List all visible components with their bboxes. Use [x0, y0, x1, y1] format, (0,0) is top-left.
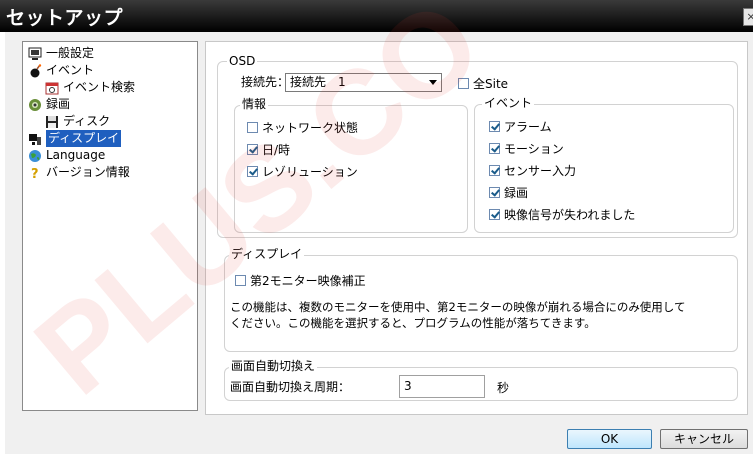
video-loss-checkbox[interactable]: 映像信号が失われました: [489, 206, 635, 223]
bomb-icon: [28, 63, 42, 78]
date-time-checkbox-box[interactable]: [247, 144, 258, 155]
second-monitor-label: 第2モニター映像補正: [250, 274, 366, 288]
tree-item-label: イベント: [46, 63, 95, 77]
floppy-disk-icon: [45, 115, 59, 129]
tree-item-general[interactable]: 一般設定: [28, 45, 94, 62]
date-time-checkbox[interactable]: 日/時: [247, 141, 290, 158]
display-description-line1: この機能は、複数のモニターを使用中、第2モニターの映像が崩れる場合にのみ使用して: [230, 300, 686, 314]
connection-select-value: 接続先 1: [290, 75, 346, 89]
all-site-checkbox-box[interactable]: [458, 78, 469, 89]
resolution-label: レゾリューション: [262, 165, 358, 179]
tree-item-event[interactable]: イベント: [28, 62, 94, 79]
all-site-checkbox-label: 全Site: [473, 77, 509, 91]
resolution-checkbox-box[interactable]: [247, 166, 258, 177]
recording-checkbox-box[interactable]: [489, 187, 500, 198]
network-status-label: ネットワーク状態: [262, 121, 359, 135]
auto-switch-period-label: 画面自動切換え周期：: [230, 380, 351, 394]
all-site-checkbox[interactable]: 全Site: [458, 75, 508, 92]
motion-checkbox-box[interactable]: [489, 143, 500, 154]
tree-item-version[interactable]: ? バージョン情報: [28, 164, 130, 182]
display-description-line2: ください。この機能を選択すると、プログラムの性能が落ちてきます。: [230, 316, 596, 330]
second-monitor-checkbox[interactable]: 第2モニター映像補正: [235, 272, 366, 289]
tree-item-label: 録画: [46, 97, 71, 111]
resolution-checkbox[interactable]: レゾリューション: [247, 163, 358, 180]
cancel-button[interactable]: キャンセル: [660, 429, 748, 449]
monitor-icon: [28, 47, 42, 61]
connection-label: 接続先：: [241, 75, 290, 89]
auto-switch-period-input[interactable]: 3: [399, 375, 485, 398]
alarm-checkbox[interactable]: アラーム: [489, 118, 552, 135]
svg-text:?: ?: [31, 167, 39, 180]
globe-icon: [28, 149, 42, 163]
auto-switch-period-value: 3: [404, 379, 412, 393]
close-icon[interactable]: ×: [743, 8, 753, 26]
tree-item-label: ディスク: [63, 114, 111, 128]
tree-item-event-search[interactable]: イベント検索: [45, 79, 135, 96]
question-mark-icon: ?: [28, 166, 42, 182]
calendar-search-icon: [45, 81, 59, 95]
tree-item-label: 一般設定: [46, 46, 95, 60]
tree-item-disk[interactable]: ディスク: [45, 113, 110, 130]
chevron-down-icon: [429, 80, 437, 85]
auto-switch-group-label: 画面自動切換え: [229, 359, 318, 373]
second-monitor-checkbox-box[interactable]: [235, 275, 246, 286]
network-status-checkbox[interactable]: ネットワーク状態: [247, 119, 358, 136]
osd-group-label: OSD: [227, 54, 258, 68]
recording-checkbox[interactable]: 録画: [489, 184, 528, 201]
tree-item-display[interactable]: ディスプレイ: [28, 130, 122, 147]
title-bar[interactable]: セットアップ ×: [0, 0, 753, 32]
network-status-checkbox-box[interactable]: [247, 122, 258, 133]
date-time-label: 日/時: [262, 143, 291, 157]
event-group-label: イベント: [482, 96, 535, 110]
info-group-label: 情報: [240, 97, 269, 111]
connection-select[interactable]: 接続先 1: [285, 73, 442, 92]
window-title: セットアップ: [6, 7, 124, 29]
display-icon: [28, 132, 42, 146]
alarm-checkbox-box[interactable]: [489, 121, 500, 132]
motion-checkbox[interactable]: モーション: [489, 140, 564, 157]
sensor-input-checkbox[interactable]: センサー入力: [489, 162, 576, 179]
video-loss-label: 映像信号が失われました: [504, 208, 636, 222]
tree-item-label: Language: [46, 148, 106, 162]
tree-item-label: バージョン情報: [46, 165, 130, 179]
sensor-input-label: センサー入力: [504, 164, 577, 178]
auto-switch-unit: 秒: [497, 381, 510, 395]
alarm-label: アラーム: [504, 120, 552, 134]
tree-item-label: イベント検索: [63, 80, 136, 94]
sensor-input-checkbox-box[interactable]: [489, 165, 500, 176]
motion-label: モーション: [504, 142, 564, 156]
video-loss-checkbox-box[interactable]: [489, 209, 500, 220]
recording-label: 録画: [504, 186, 529, 200]
tree-item-label: ディスプレイ: [46, 130, 122, 147]
camera-icon: [28, 98, 42, 112]
tree-item-language[interactable]: Language: [28, 147, 105, 164]
tree-item-recording[interactable]: 録画: [28, 96, 70, 113]
ok-button[interactable]: OK: [567, 429, 652, 449]
settings-tree[interactable]: 一般設定 イベント イベント検索 録画 ディスク ディスプレイ Language…: [22, 41, 198, 411]
display-group-label: ディスプレイ: [229, 247, 305, 261]
